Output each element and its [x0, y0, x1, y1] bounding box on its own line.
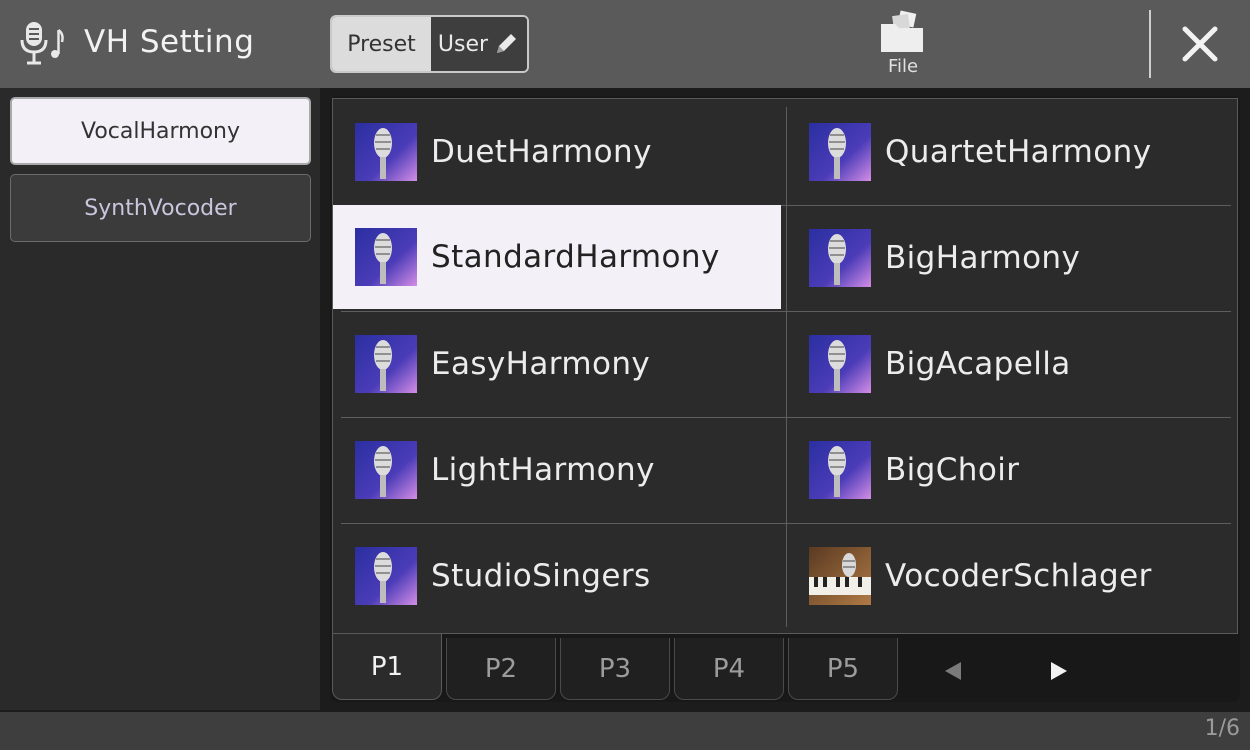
- category-label: VocalHarmony: [80, 118, 241, 144]
- preset-button[interactable]: Preset: [332, 17, 431, 71]
- arrow-left-icon: [945, 662, 961, 680]
- preset-name: BigHarmony: [885, 240, 1081, 276]
- preset-label: Preset: [347, 31, 416, 57]
- next-page-button[interactable]: [1044, 656, 1074, 686]
- microphone-thumbnail-icon: [809, 335, 871, 393]
- microphone-thumbnail-icon: [355, 335, 417, 393]
- file-button[interactable]: File: [858, 8, 948, 84]
- preset-name: VocoderSchlager: [885, 558, 1152, 594]
- user-label: User: [437, 31, 489, 57]
- user-button[interactable]: User: [431, 17, 527, 71]
- header-divider: [1149, 10, 1151, 78]
- category-label: SynthVocoder: [84, 195, 237, 221]
- footer-bar: 1/6: [0, 712, 1250, 750]
- close-icon: [1182, 26, 1218, 62]
- tab-label: P3: [598, 653, 632, 684]
- close-button[interactable]: [1168, 14, 1232, 74]
- microphone-thumbnail-icon: [355, 228, 417, 286]
- vocal-harmony-mic-icon: [20, 22, 64, 65]
- preset-item-standardharmony[interactable]: StandardHarmony: [333, 205, 781, 309]
- microphone-thumbnail-icon: [809, 229, 871, 287]
- preset-item-bigchoir[interactable]: BigChoir: [787, 417, 1239, 523]
- tab-p5[interactable]: P5: [788, 638, 898, 700]
- tab-p4[interactable]: P4: [674, 638, 784, 700]
- preset-grid: DuetHarmony StandardHarmony EasyHarmony …: [332, 98, 1238, 634]
- preset-item-duetharmony[interactable]: DuetHarmony: [333, 99, 785, 205]
- prev-page-button[interactable]: [938, 656, 968, 686]
- preset-name: StudioSingers: [431, 558, 651, 594]
- preset-name: LightHarmony: [431, 452, 655, 488]
- microphone-thumbnail-icon: [809, 123, 871, 181]
- preset-name: DuetHarmony: [431, 134, 652, 170]
- preset-item-bigharmony[interactable]: BigHarmony: [787, 205, 1239, 311]
- preset-item-quartetharmony[interactable]: QuartetHarmony: [787, 99, 1239, 205]
- category-vocalharmony[interactable]: VocalHarmony: [10, 97, 311, 165]
- tab-label: P5: [826, 653, 860, 684]
- category-synthvocoder[interactable]: SynthVocoder: [10, 174, 311, 242]
- preset-name: StandardHarmony: [431, 239, 720, 275]
- arrow-right-icon: [1051, 662, 1067, 680]
- tab-p3[interactable]: P3: [560, 638, 670, 700]
- preset-name: BigChoir: [885, 452, 1020, 488]
- preset-name: BigAcapella: [885, 346, 1071, 382]
- preset-name: EasyHarmony: [431, 346, 651, 382]
- header-bar: VH Setting Preset User File: [0, 0, 1250, 88]
- pencil-icon: [497, 34, 517, 53]
- preset-name: QuartetHarmony: [885, 134, 1152, 170]
- page-indicator: 1/6: [1204, 716, 1240, 741]
- microphone-thumbnail-icon: [355, 123, 417, 181]
- preset-item-studiosingers[interactable]: StudioSingers: [333, 523, 785, 629]
- tab-label: P2: [484, 653, 518, 684]
- preset-item-easyharmony[interactable]: EasyHarmony: [333, 311, 785, 417]
- preset-panel: DuetHarmony StandardHarmony EasyHarmony …: [330, 96, 1240, 702]
- preset-item-vocoderschlager[interactable]: VocoderSchlager: [787, 523, 1239, 629]
- tab-p1[interactable]: P1: [332, 634, 442, 700]
- folder-icon: [881, 10, 923, 52]
- microphone-thumbnail-icon: [355, 547, 417, 605]
- file-label: File: [887, 56, 919, 77]
- preset-user-toggle: Preset User: [330, 15, 529, 73]
- microphone-thumbnail-icon: [809, 441, 871, 499]
- piano-microphone-thumbnail-icon: [809, 547, 871, 605]
- page-title: VH Setting: [84, 24, 255, 60]
- tab-label: P4: [712, 653, 746, 684]
- preset-item-bigacapella[interactable]: BigAcapella: [787, 311, 1239, 417]
- preset-item-lightharmony[interactable]: LightHarmony: [333, 417, 785, 523]
- tab-label: P1: [370, 651, 404, 682]
- microphone-thumbnail-icon: [355, 441, 417, 499]
- category-panel: VocalHarmony SynthVocoder: [0, 88, 320, 710]
- tab-p2[interactable]: P2: [446, 638, 556, 700]
